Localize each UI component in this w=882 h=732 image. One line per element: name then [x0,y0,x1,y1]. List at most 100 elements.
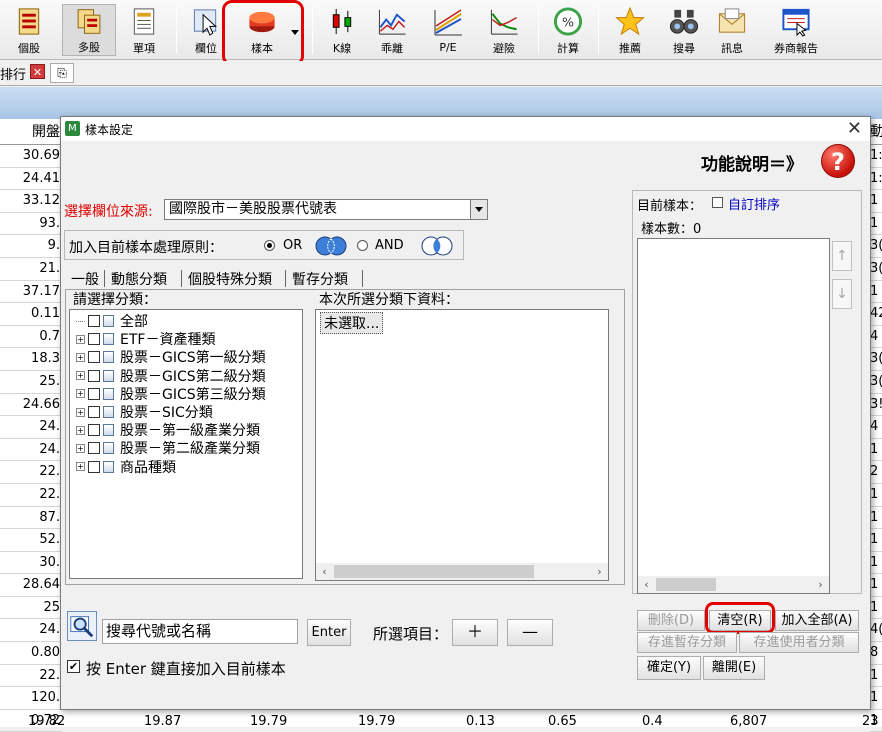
custom-sort-checkbox[interactable] [712,197,723,208]
new-tab-icon[interactable]: ⎘ [50,63,74,83]
tab-dynamic[interactable]: 動態分類 [111,269,167,289]
table-cell[interactable]: 1: [870,145,882,168]
selected-data-hscrollbar[interactable]: ‹ › [316,563,608,580]
pe-button[interactable]: P/E [426,4,470,56]
list-item[interactable]: 未選取... [320,312,384,334]
tree-checkbox[interactable] [88,387,100,400]
single-item-button[interactable]: 單項 [122,4,166,56]
table-cell[interactable]: 3( [870,371,882,394]
add-all-button[interactable]: 加入全部(A) [775,610,859,631]
move-down-icon[interactable]: ↓ [832,279,852,309]
table-cell[interactable]: 24. [0,439,62,462]
table-cell[interactable]: 9. [0,235,62,258]
scroll-thumb[interactable] [656,578,716,591]
expand-icon[interactable]: + [76,407,85,417]
open-price-header[interactable]: 開盤 [0,119,62,145]
table-cell[interactable]: 28.64 [0,574,62,597]
table-cell[interactable]: 52. [0,529,62,552]
table-cell[interactable]: 2 [870,461,882,484]
expand-icon[interactable]: + [76,425,85,435]
table-cell[interactable]: 18.3 [0,348,62,371]
tree-checkbox[interactable] [88,442,100,455]
tree-checkbox[interactable] [88,424,100,437]
enter-add-checkbox[interactable]: ✔ [67,660,80,673]
table-cell[interactable]: 3! [870,394,882,417]
tree-item[interactable]: + 股票－第二級產業分類 [76,439,260,457]
add-item-button[interactable]: ＋ [452,619,498,646]
kline-button[interactable]: K線 [320,4,364,56]
custom-sort-label[interactable]: 自訂排序 [728,194,780,213]
hedge-button[interactable]: 避險 [482,4,526,56]
table-cell[interactable]: 22. [0,461,62,484]
table-cell[interactable]: 42 [870,303,882,326]
table-cell[interactable]: 24.41 [0,168,62,191]
category-tree[interactable]: 全部 + ETF－資產種類 + 股票－GICS第一級分類 + 股票－GICS第二級分類 + 股票… [69,309,303,579]
table-cell[interactable]: 0.80 [0,642,62,665]
scroll-left-icon[interactable]: ‹ [638,576,655,593]
table-cell[interactable]: 4 [870,416,882,439]
table-cell[interactable]: 4 [870,326,882,349]
tree-checkbox[interactable] [88,406,100,418]
tree-item[interactable]: + ETF－資產種類 [76,330,215,348]
tree-item[interactable]: + 商品種類 [76,458,176,476]
expand-icon[interactable]: + [76,334,85,344]
scroll-right-icon[interactable]: › [812,576,829,593]
close-icon[interactable]: ✕ [847,118,862,139]
table-cell[interactable]: 1 [870,529,882,552]
table-cell[interactable]: 0.11 [0,303,62,326]
enter-button[interactable]: Enter [307,619,351,646]
table-cell[interactable]: 1 [870,597,882,620]
table-cell[interactable]: 30.69 [0,145,62,168]
ok-button[interactable]: 確定(Y) [637,656,701,680]
table-cell[interactable]: 120. [0,687,62,710]
expand-icon[interactable]: + [76,371,85,381]
broker-report-button[interactable]: 券商報告 [766,4,826,56]
table-cell[interactable]: 1: [870,168,882,191]
message-button[interactable]: 訊息 [710,4,754,56]
table-cell[interactable]: 1 [870,552,882,575]
expand-icon[interactable]: + [76,352,85,362]
or-radio[interactable] [264,240,275,251]
dialog-titlebar[interactable]: M 樣本設定 ✕ [61,117,870,141]
current-sample-list[interactable]: ‹ › [637,238,830,594]
table-cell[interactable]: 8 [870,642,882,665]
table-cell[interactable]: 1 [870,281,882,304]
multi-stock-button[interactable]: 多股 [62,4,116,56]
table-cell[interactable]: 1 [870,190,882,213]
table-cell[interactable]: 1 [870,687,882,710]
tree-item[interactable]: + 股票－第一級產業分類 [76,421,260,439]
table-cell[interactable]: 25. [0,371,62,394]
tree-checkbox[interactable] [88,315,100,327]
expand-icon[interactable]: + [76,389,85,399]
help-question-icon[interactable]: ? [821,144,855,178]
table-cell[interactable]: 24. [0,619,62,643]
scroll-left-icon[interactable]: ‹ [316,563,333,580]
table-cell[interactable]: 4( [870,619,882,643]
move-up-icon[interactable]: ↑ [832,241,852,271]
tree-item[interactable]: + 股票－GICS第二級分類 [76,367,266,385]
table-cell[interactable]: 1 [870,213,882,236]
table-cell[interactable]: 22. [0,665,62,688]
tab-temp[interactable]: 暫存分類 [292,269,348,289]
table-cell[interactable]: 87. [0,507,62,530]
right-edge-header[interactable]: 動 [870,119,882,145]
scroll-thumb[interactable] [334,565,534,578]
table-cell[interactable]: 1 [870,439,882,462]
exit-button[interactable]: 離開(E) [703,656,765,680]
tree-item[interactable]: + 股票－SIC分類 [76,403,213,421]
save-user-category-button[interactable]: 存進使用者分類 [739,632,859,653]
table-cell[interactable]: 37.17 [0,281,62,304]
deviation-button[interactable]: 乖離 [370,4,414,56]
tree-checkbox[interactable] [88,460,100,473]
selected-data-list[interactable]: 未選取... ‹ › [315,309,609,581]
scroll-right-icon[interactable]: › [591,563,608,580]
help-label[interactable]: 功能說明＝》 [701,150,803,175]
source-select[interactable]: 國際股市－美股股票代號表 [164,199,488,220]
table-cell[interactable]: 21. [0,258,62,281]
expand-icon[interactable]: + [76,462,85,472]
table-cell[interactable]: 33.12 [0,190,62,213]
table-cell[interactable]: 25 [0,597,62,620]
sample-hscrollbar[interactable]: ‹ › [638,576,829,593]
table-cell[interactable]: 24.66 [0,394,62,417]
table-cell[interactable]: 22. [0,484,62,507]
